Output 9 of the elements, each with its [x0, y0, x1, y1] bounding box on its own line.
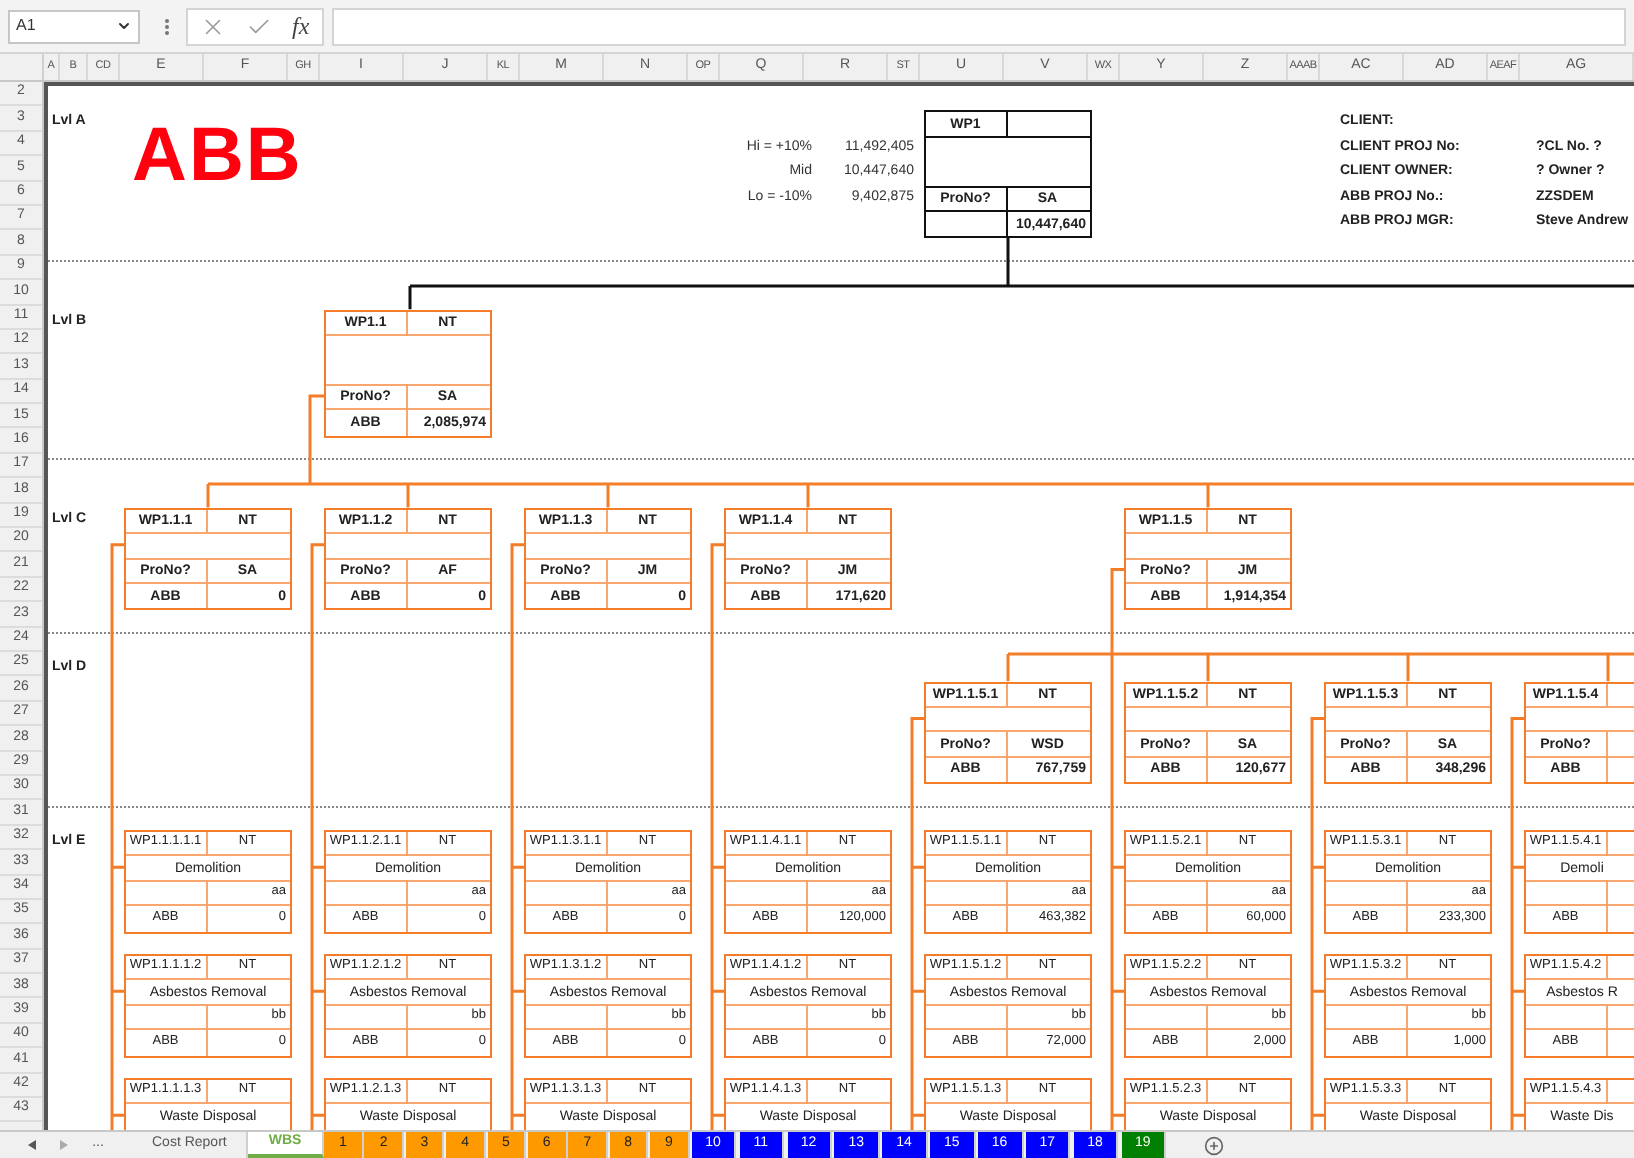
name-box[interactable]: A1: [8, 9, 140, 43]
company-logo: ABB: [132, 118, 303, 194]
insert-function-button[interactable]: fx: [292, 8, 310, 44]
dropdown-caret-icon[interactable]: [116, 18, 132, 34]
scroll-left-icon[interactable]: [28, 1140, 37, 1150]
formula-input[interactable]: [331, 7, 1626, 45]
scroll-right-icon[interactable]: [60, 1140, 69, 1150]
add-sheet-icon[interactable]: [1203, 1135, 1224, 1155]
more-options-icon: [164, 17, 170, 35]
